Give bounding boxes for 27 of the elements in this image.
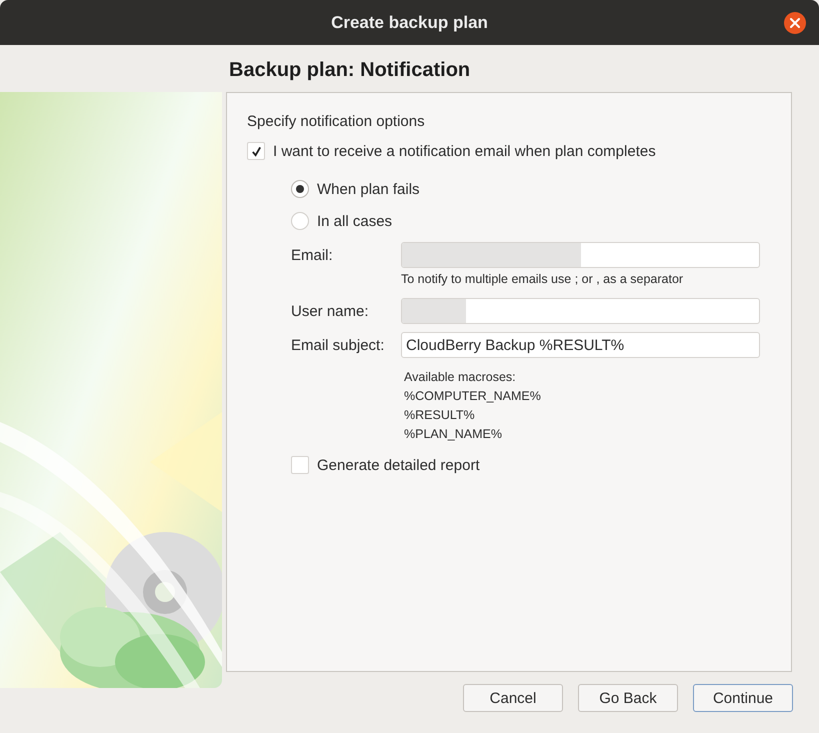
input-field[interactable] <box>401 298 760 324</box>
field-label: Email subject: <box>291 336 386 354</box>
dialog-button[interactable]: Go Back <box>578 684 678 712</box>
input-field[interactable] <box>401 242 760 268</box>
radio-label: When plan fails <box>317 180 420 198</box>
dialog-button[interactable]: Cancel <box>463 684 563 712</box>
hint-text: To notify to multiple emails use ; or , as a separator <box>401 272 684 286</box>
radio-button[interactable] <box>291 212 309 230</box>
macro-text: %COMPUTER_NAME% <box>404 388 542 405</box>
checkbox-label: Generate detailed report <box>317 456 480 474</box>
radio-label: In all cases <box>317 212 392 230</box>
close-icon[interactable] <box>784 12 806 34</box>
checkbox-label: I want to receive a notification email when plan completes <box>273 142 656 160</box>
field-label: User name: <box>291 302 370 320</box>
field-label: Email: <box>291 246 334 264</box>
macro-text: Available macroses: <box>404 369 517 386</box>
section-label: Specify notification options <box>247 113 426 130</box>
page-title: Backup plan: Notification <box>228 58 472 83</box>
window-title: Create backup plan <box>331 12 488 32</box>
dialog-button[interactable]: Continue <box>693 684 793 712</box>
checkbox[interactable] <box>291 456 309 474</box>
radio-button[interactable] <box>291 180 309 198</box>
input-field[interactable]: CloudBerry Backup %RESULT% <box>401 332 760 358</box>
checkbox[interactable] <box>247 142 265 160</box>
macro-text: %PLAN_NAME% <box>404 426 503 443</box>
checkmark-icon <box>250 146 262 156</box>
macro-text: %RESULT% <box>404 407 476 424</box>
